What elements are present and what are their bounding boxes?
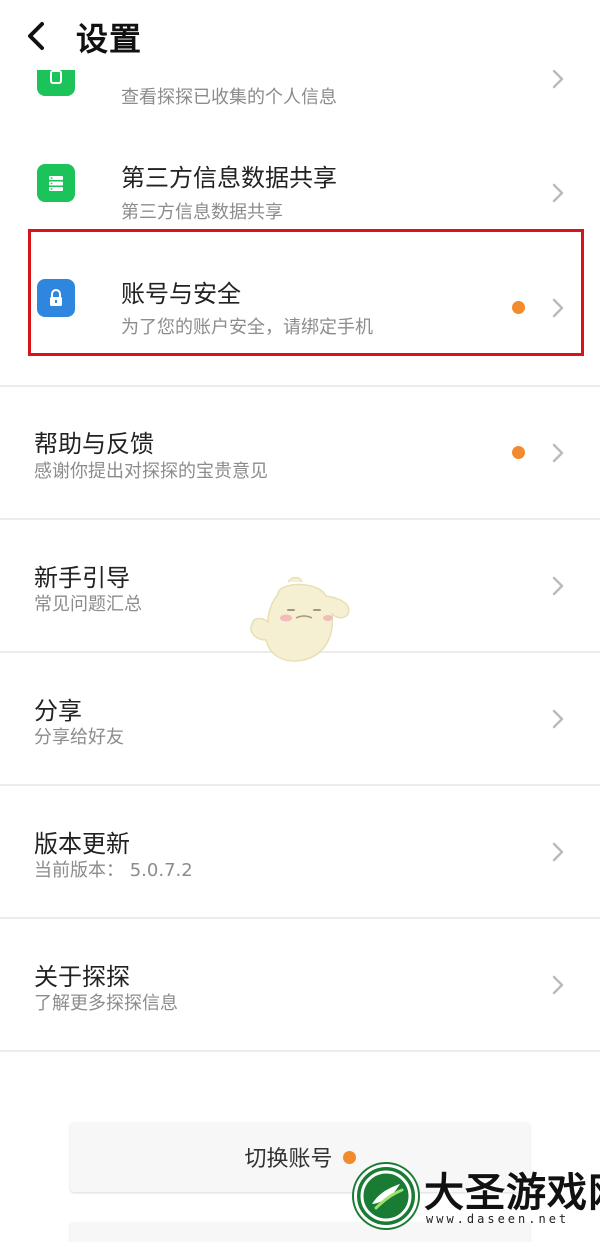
watermark-logo-icon xyxy=(354,1164,418,1228)
settings-item-title: 版本更新 xyxy=(34,830,130,858)
settings-item-version-update[interactable]: 版本更新 当前版本： 5.0.7.2 xyxy=(0,786,600,917)
back-button[interactable] xyxy=(18,18,54,54)
settings-item-title: 帮助与反馈 xyxy=(34,430,154,458)
watermark-url: www.daseen.net xyxy=(426,1212,570,1226)
settings-item-subtitle: 分享给好友 xyxy=(34,727,124,748)
page-title: 设置 xyxy=(76,20,143,58)
settings-item-about[interactable]: 关于探探 了解更多探探信息 xyxy=(0,919,600,1050)
highlight-box xyxy=(28,229,584,356)
site-watermark: 大圣游戏网 www.daseen.net xyxy=(350,1160,600,1242)
settings-item-title: 分享 xyxy=(34,697,82,725)
settings-page: 设置 查看探探已收集的个人信息 第三方信息数据共享 第三方信息数据共享 账号与安… xyxy=(0,0,600,1242)
database-icon xyxy=(37,164,75,202)
settings-item-subtitle: 查看探探已收集的个人信息 xyxy=(121,87,337,108)
chevron-left-icon xyxy=(28,22,44,50)
settings-item-title: 新手引导 xyxy=(34,564,130,592)
settings-item-subtitle: 第三方信息数据共享 xyxy=(121,202,283,223)
settings-item-title: 关于探探 xyxy=(34,963,130,991)
settings-item-share[interactable]: 分享 分享给好友 xyxy=(0,653,600,784)
settings-item-title: 第三方信息数据共享 xyxy=(121,164,337,192)
settings-item-third-party-sharing[interactable]: 第三方信息数据共享 第三方信息数据共享 xyxy=(0,140,600,230)
settings-item-subtitle: 当前版本： 5.0.7.2 xyxy=(34,860,193,881)
chevron-right-icon xyxy=(550,182,566,204)
notification-dot xyxy=(512,446,525,459)
settings-item-help-feedback[interactable]: 帮助与反馈 感谢你提出对探探的宝贵意见 xyxy=(0,387,600,518)
settings-item-subtitle: 常见问题汇总 xyxy=(34,594,142,615)
switch-account-label: 切换账号 xyxy=(244,1147,333,1172)
watermark-brand: 大圣游戏网 xyxy=(424,1170,600,1216)
settings-item-subtitle: 感谢你提出对探探的宝贵意见 xyxy=(34,461,268,482)
chevron-right-icon xyxy=(550,841,566,863)
chevron-right-icon xyxy=(550,708,566,730)
chevron-right-icon xyxy=(550,974,566,996)
top-bar: 设置 xyxy=(0,0,600,70)
mascot-icon xyxy=(250,576,350,662)
chevron-right-icon xyxy=(550,442,566,464)
chevron-right-icon xyxy=(550,68,566,90)
settings-item-subtitle: 了解更多探探信息 xyxy=(34,993,178,1014)
chevron-right-icon xyxy=(550,575,566,597)
divider xyxy=(0,1050,600,1052)
